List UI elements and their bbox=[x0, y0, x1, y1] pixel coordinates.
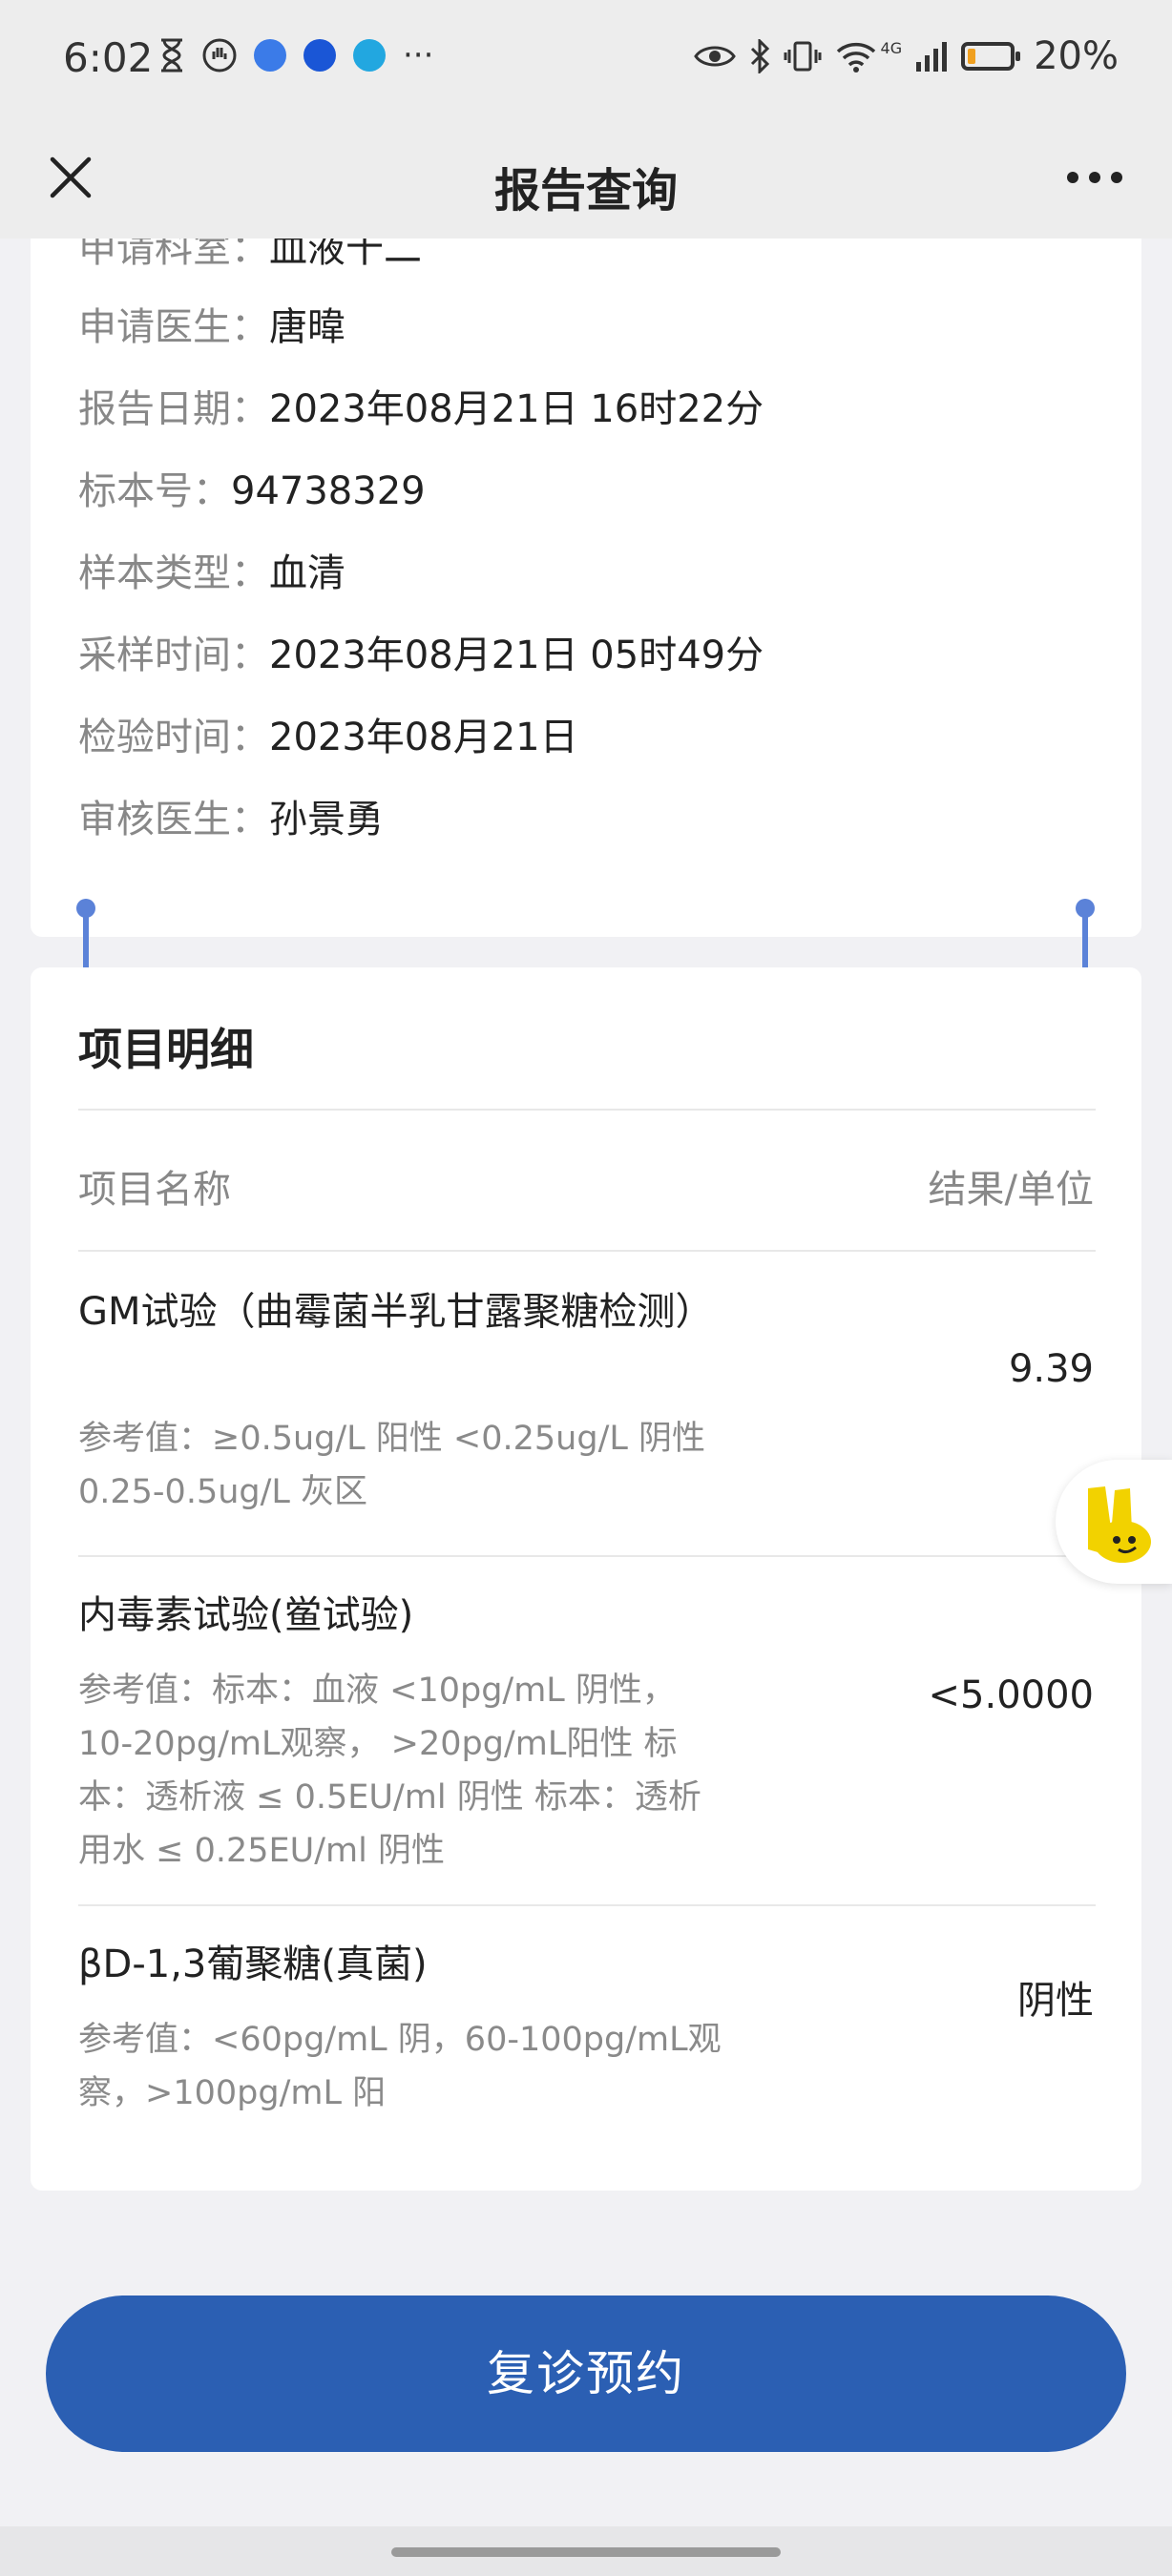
info-label: 审核医生： bbox=[78, 798, 269, 841]
hand-icon bbox=[202, 38, 237, 73]
more-button[interactable] bbox=[1052, 141, 1138, 214]
floating-assistant-button[interactable] bbox=[1056, 1460, 1172, 1584]
info-label: 报告日期： bbox=[78, 387, 269, 431]
status-bar: 6:02 ··· 4G 20% bbox=[0, 0, 1172, 116]
info-value: 孙景勇 bbox=[269, 798, 384, 841]
selection-handle-right-top[interactable] bbox=[1076, 899, 1095, 918]
divider bbox=[78, 1250, 1096, 1252]
info-label: 申请医生： bbox=[78, 305, 269, 349]
status-left-icons: ··· bbox=[158, 36, 433, 74]
info-value: 2023年08月21日 05时49分 bbox=[269, 634, 764, 677]
info-value: 血液十二 bbox=[269, 239, 422, 271]
status-time: 6:02 bbox=[63, 34, 154, 81]
battery-icon bbox=[961, 42, 1021, 71]
app-icon-1 bbox=[254, 39, 286, 72]
more-dots-icon: ··· bbox=[403, 36, 434, 74]
info-label: 采样时间： bbox=[78, 634, 269, 677]
item-detail-card: 项目明细 项目名称 结果/单位 GM试验（曲霉菌半乳甘露聚糖检测） 参考值：≥0… bbox=[31, 967, 1141, 2191]
info-row-specimen-no: 标本号：94738329 bbox=[78, 460, 426, 515]
item-result: 9.39 bbox=[1008, 1347, 1094, 1391]
info-label: 标本号： bbox=[78, 469, 231, 513]
signal-icon bbox=[916, 42, 948, 72]
more-icon bbox=[1067, 172, 1122, 183]
info-row-report-date: 报告日期：2023年08月21日 16时22分 bbox=[78, 378, 764, 433]
item-name: βD-1,3葡聚糖(真菌) bbox=[78, 1942, 428, 1986]
nav-bar: 报告查询 bbox=[0, 116, 1172, 239]
home-indicator[interactable] bbox=[391, 2547, 781, 2557]
mascot-icon bbox=[1088, 1486, 1151, 1563]
eye-icon bbox=[693, 46, 736, 67]
divider bbox=[78, 1109, 1096, 1111]
status-right-icons: 4G 20% bbox=[693, 34, 1119, 78]
column-header-name: 项目名称 bbox=[78, 1168, 231, 1212]
divider bbox=[78, 1555, 1096, 1557]
selection-handle-left-top[interactable] bbox=[76, 899, 95, 918]
info-row-test-time: 检验时间：2023年08月21日 bbox=[78, 706, 578, 761]
bluetooth-icon bbox=[750, 39, 769, 73]
info-value: 2023年08月21日 16时22分 bbox=[269, 387, 764, 431]
item-result: <5.0000 bbox=[928, 1673, 1094, 1717]
info-value: 94738329 bbox=[231, 469, 426, 513]
follow-up-appointment-button[interactable]: 复诊预约 bbox=[46, 2296, 1126, 2452]
item-name: GM试验（曲霉菌半乳甘露聚糖检测） bbox=[78, 1290, 714, 1334]
section-title: 项目明细 bbox=[78, 1024, 254, 1075]
info-label: 申请科室： bbox=[78, 239, 269, 271]
wifi-icon bbox=[836, 42, 875, 73]
item-reference: 参考值：标本：血液 <10pg/mL 阴性，10-20pg/mL观察， >20p… bbox=[78, 1672, 701, 1870]
item-name: 内毒素试验(鲎试验) bbox=[78, 1593, 414, 1637]
info-row-sample-type: 样本类型：血清 bbox=[78, 542, 345, 597]
hourglass-icon bbox=[161, 38, 182, 73]
info-value: 血清 bbox=[269, 551, 345, 595]
column-header-result: 结果/单位 bbox=[928, 1168, 1094, 1212]
divider bbox=[78, 1904, 1096, 1906]
report-info-card: 申请科室：血液十二 申请医生：唐暐 报告日期：2023年08月21日 16时22… bbox=[31, 239, 1141, 937]
vibrate-icon bbox=[784, 41, 822, 72]
item-result: 阴性 bbox=[1017, 1979, 1094, 2023]
app-icon-2 bbox=[303, 39, 336, 72]
network-type: 4G bbox=[880, 38, 903, 57]
battery-percent: 20% bbox=[1034, 34, 1119, 78]
page-title: 报告查询 bbox=[493, 164, 678, 218]
info-value: 2023年08月21日 bbox=[269, 716, 578, 759]
app-icon-3 bbox=[353, 39, 386, 72]
info-row-sampling-time: 采样时间：2023年08月21日 05时49分 bbox=[78, 624, 764, 679]
item-reference: 参考值：≥0.5ug/L 阳性 <0.25ug/L 阴性 0.25-0.5ug/… bbox=[78, 1420, 706, 1511]
info-row-doctor: 申请医生：唐暐 bbox=[78, 296, 345, 351]
item-reference: 参考值：<60pg/mL 阴，60-100pg/mL观察，>100pg/mL 阳 bbox=[78, 2021, 722, 2112]
info-row-department: 申请科室：血液十二 bbox=[78, 239, 422, 273]
info-row-reviewer: 审核医生：孙景勇 bbox=[78, 788, 384, 843]
info-label: 样本类型： bbox=[78, 551, 269, 595]
info-label: 检验时间： bbox=[78, 716, 269, 759]
info-value: 唐暐 bbox=[269, 305, 345, 349]
